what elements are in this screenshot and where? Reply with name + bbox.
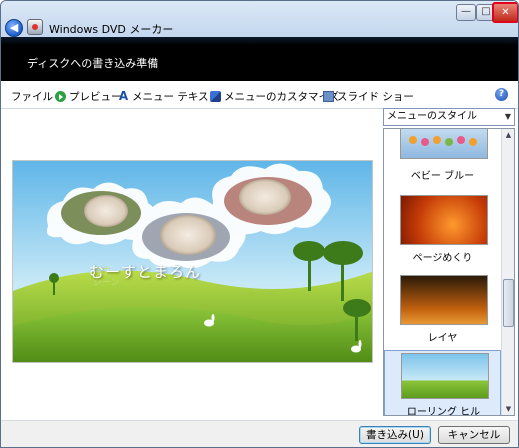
cancel-button[interactable]: キャンセル	[438, 426, 510, 444]
window-title: Windows DVD メーカー	[49, 23, 174, 36]
app-window: ◀ Windows DVD メーカー — □ ✕ ディスクへの書き込み準備 ファ…	[0, 0, 519, 448]
rolling-hills-label: ローリング ヒル	[406, 407, 481, 416]
toolbar: ファイル プレビュー A メニュー テキスト メニューのカスタマイズ スライド …	[1, 81, 518, 109]
menu-text-label: メニュー テキスト	[132, 91, 220, 103]
scroll-up-arrow-icon[interactable]: ▲	[503, 129, 514, 141]
baby-blue-label: ベビー ブルー	[410, 171, 475, 182]
scroll-down-arrow-icon[interactable]: ▼	[503, 403, 514, 415]
back-button[interactable]: ◀	[5, 19, 23, 37]
menu-style-dropdown[interactable]: メニューのスタイル ▼	[383, 108, 515, 126]
title-bar: ◀ Windows DVD メーカー — □ ✕	[1, 1, 518, 37]
customize-label: メニューのカスタマイズ	[224, 91, 340, 103]
layer-thumbnail	[400, 275, 488, 325]
style-list-scrollbar[interactable]: ▲ ▼	[501, 129, 514, 415]
slideshow-label: スライド ショー	[337, 91, 414, 103]
page-turn-label: ページめくり	[412, 253, 473, 264]
scroll-thumb[interactable]	[503, 279, 514, 327]
slideshow-icon	[323, 91, 334, 102]
menu-style-label: メニューのスタイル	[387, 111, 477, 122]
play-icon	[55, 91, 66, 102]
style-list: ベビー ブルー ページめくり レイヤ ローリング ヒル ▲ ▼	[383, 128, 515, 416]
slideshow-button[interactable]: スライド ショー	[323, 89, 414, 104]
customize-menu-button[interactable]: メニューのカスタマイズ	[210, 89, 339, 104]
rolling-hills-thumbnail	[401, 353, 489, 399]
page-title: ディスクへの書き込み準備	[27, 57, 159, 70]
layer-label: レイヤ	[427, 333, 458, 344]
style-item-page-turn[interactable]: ページめくり	[384, 191, 501, 265]
baby-blue-thumbnail	[400, 129, 488, 159]
burn-button[interactable]: 書き込み(U)	[359, 426, 431, 444]
page-turn-thumbnail	[400, 195, 488, 245]
dropdown-arrow-icon: ▼	[504, 112, 511, 121]
customize-icon	[210, 91, 221, 102]
header-band: ディスクへの書き込み準備	[1, 37, 518, 81]
baby-blue-art	[409, 136, 477, 146]
text-icon: A	[118, 89, 129, 103]
footer-bar: 書き込み(U) キャンセル	[1, 420, 518, 447]
style-item-rolling-hills[interactable]: ローリング ヒル	[384, 350, 501, 416]
file-menu-label: ファイル	[11, 91, 53, 103]
dvd-maker-icon	[27, 19, 43, 35]
close-button[interactable]: ✕	[492, 2, 518, 23]
minimize-button[interactable]: —	[456, 4, 476, 21]
menu-text-button[interactable]: A メニュー テキスト	[118, 89, 219, 104]
preview-button[interactable]: プレビュー	[55, 89, 122, 104]
disc-title-text[interactable]: むーすとまろん	[89, 261, 201, 282]
style-item-layer[interactable]: レイヤ	[384, 271, 501, 345]
file-menu[interactable]: ファイル	[11, 89, 53, 104]
preview-label: プレビュー	[69, 91, 122, 103]
help-icon[interactable]: ?	[495, 88, 508, 101]
